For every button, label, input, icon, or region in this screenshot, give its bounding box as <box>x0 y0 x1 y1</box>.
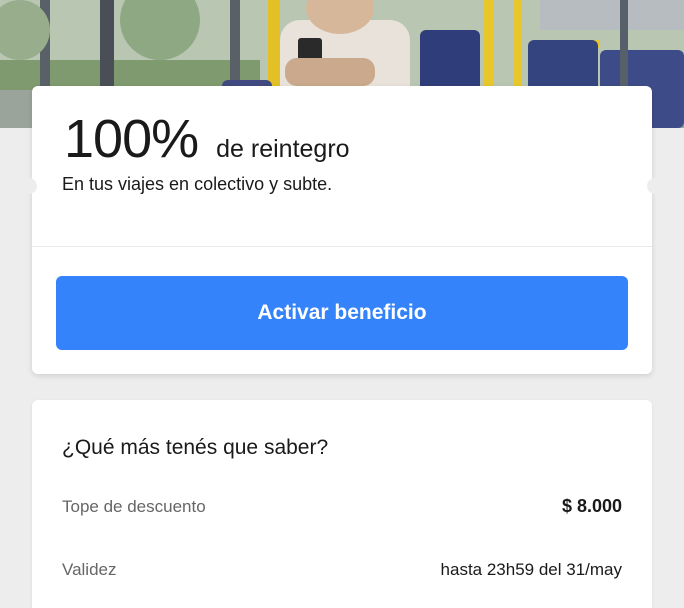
info-row-value: $ 8.000 <box>561 496 622 516</box>
info-card: ¿Qué más tenés que saber? Tope de descue… <box>32 400 652 608</box>
info-row-label: Tope de descuento <box>62 496 206 516</box>
ticket-notch-right <box>647 178 657 194</box>
divider <box>32 246 652 247</box>
info-row-label: Validez <box>62 560 117 579</box>
info-row-validity: Validez hasta 23h59 del 31/may <box>62 560 622 580</box>
info-title: ¿Qué más tenés que saber? <box>62 436 329 459</box>
benefit-headline: 100% de reintegro <box>64 108 350 170</box>
benefit-card: 100% de reintegro En tus viajes en colec… <box>27 86 657 374</box>
benefit-screen: 100% de reintegro En tus viajes en colec… <box>0 0 684 608</box>
benefit-percent: 100% <box>64 109 199 169</box>
ticket-notch-left <box>27 178 37 194</box>
activate-benefit-button[interactable]: Activar beneficio <box>56 276 628 350</box>
info-row-value: hasta 23h59 del 31/may <box>440 560 622 579</box>
benefit-description: En tus viajes en colectivo y subte. <box>62 174 333 194</box>
benefit-suffix: de reintegro <box>216 135 350 163</box>
info-row-discount-cap: Tope de descuento $ 8.000 <box>62 496 622 517</box>
